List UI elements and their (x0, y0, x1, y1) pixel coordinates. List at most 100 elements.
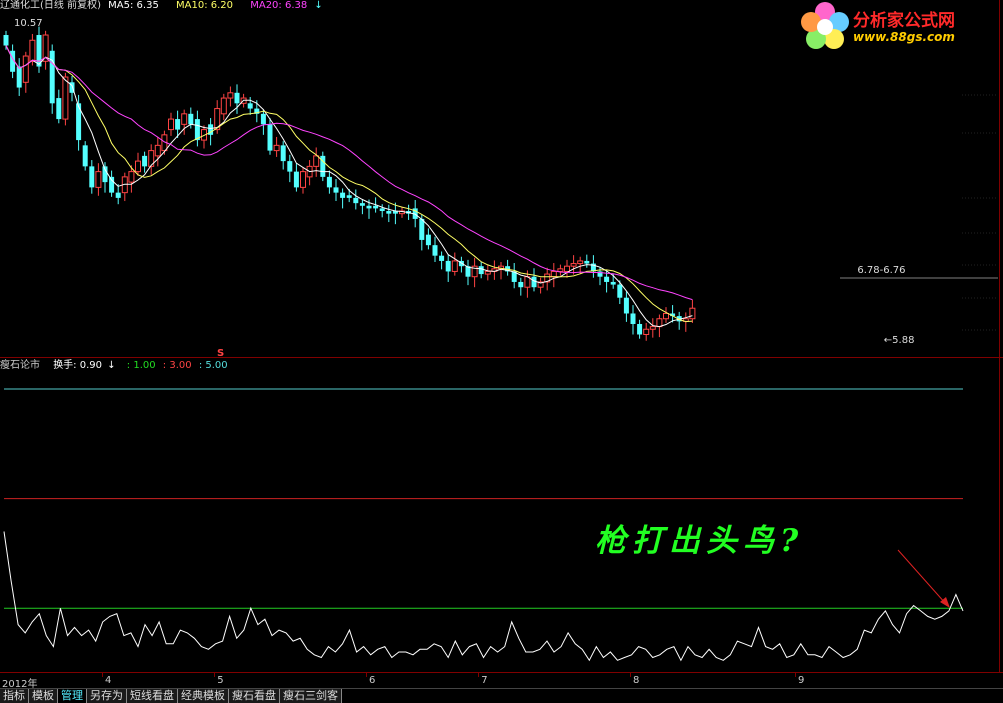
date-tick-label: 6 (369, 675, 376, 686)
date-tick-label: 5 (217, 675, 224, 686)
candle (419, 218, 425, 240)
tab-3[interactable]: 另存为 (87, 689, 127, 703)
date-tick (630, 673, 631, 677)
candle (194, 119, 200, 141)
indicator-chart (3, 388, 964, 662)
tab-1[interactable]: 模板 (29, 689, 58, 703)
candle (445, 260, 451, 272)
stock-label: 辽通化工(日线 前复权) (0, 0, 101, 11)
price-chart: 10.576.78-6.76←5.88S (3, 18, 998, 358)
candle (62, 76, 69, 120)
candle (273, 144, 280, 152)
candle (637, 323, 643, 335)
date-tick (478, 673, 480, 677)
candle (359, 203, 365, 206)
candle (29, 39, 36, 62)
tab-0[interactable]: 指标 (0, 689, 29, 703)
candle (432, 245, 438, 256)
low-annotation: ←5.88 (884, 335, 915, 346)
candle (439, 255, 445, 261)
range-annotation: 6.78-6.76 (857, 265, 905, 276)
date-tick (366, 673, 367, 677)
candle (564, 265, 570, 272)
date-tick (214, 673, 216, 677)
tab-5[interactable]: 经典模板 (178, 689, 229, 703)
site-logo: 分析家公式网 www.88gs.com (799, 0, 999, 52)
candle (49, 50, 55, 104)
candle (135, 160, 141, 173)
candle (643, 328, 650, 335)
candle (300, 171, 306, 188)
candle (550, 270, 557, 278)
ma5-label: MA5: 6.35 (108, 0, 159, 11)
candle (689, 307, 696, 320)
candle (128, 171, 135, 183)
candle (333, 187, 339, 193)
candle (425, 234, 431, 246)
tab-2[interactable]: 管理 (58, 689, 87, 703)
candle (557, 268, 564, 272)
candle (610, 281, 616, 285)
candle (451, 260, 458, 272)
candle (56, 98, 62, 120)
date-tick-label: 4 (105, 675, 112, 686)
callout-text: 枪打出头鸟? (595, 523, 805, 559)
candle (287, 161, 293, 172)
ma5-line (5, 45, 693, 328)
candle (82, 145, 88, 167)
logo-url: www.88gs.com (853, 30, 955, 44)
candle (373, 205, 379, 209)
candle (313, 155, 320, 167)
candle (227, 92, 234, 99)
right-axis-line (999, 0, 1000, 672)
candle (617, 284, 623, 298)
date-tick-label: 9 (798, 675, 805, 686)
candle (484, 270, 491, 275)
ma20-line (5, 45, 693, 301)
flower-icon (801, 2, 849, 49)
logo-title: 分析家公式网 (853, 11, 955, 31)
candle (293, 171, 299, 188)
candle (142, 155, 148, 167)
candle (95, 171, 102, 188)
candle (267, 124, 273, 151)
candle (584, 260, 590, 264)
date-tick (102, 673, 103, 677)
candle (22, 55, 29, 83)
candle (518, 281, 524, 288)
candle (3, 35, 9, 46)
ma20-label: MA20: 6.38 (250, 0, 308, 11)
down-arrow-icon: ↓ (107, 360, 116, 371)
candle (326, 176, 332, 188)
date-tick-label: 7 (481, 675, 488, 686)
tab-6[interactable]: 瘦石看盘 (229, 689, 280, 703)
template-tabs: 指标 模板 管理 另存为 短线看盘 经典模板 瘦石看盘 瘦石三剑客 (0, 688, 1003, 703)
tab-7[interactable]: 瘦石三剑客 (280, 689, 342, 703)
ma10-line (5, 45, 693, 323)
date-tick (795, 673, 796, 677)
tab-4[interactable]: 短线看盘 (127, 689, 178, 703)
candle (234, 92, 240, 104)
indicator-name: 瘦石论市 (0, 360, 40, 371)
candle (478, 266, 484, 275)
turnover-line (3, 531, 964, 662)
candle (154, 144, 161, 157)
candle (604, 276, 610, 282)
candle (649, 326, 656, 330)
ma10-label: MA10: 6.20 (176, 0, 234, 11)
level-5-label: : 5.00 (198, 360, 228, 371)
high-annotation: 10.57 (14, 18, 43, 29)
candle (386, 211, 392, 214)
callout-arrow (897, 549, 947, 605)
level-1-label: : 1.00 (126, 360, 156, 371)
candle (175, 119, 181, 130)
candle (168, 118, 174, 131)
level-3-label: : 3.00 (162, 360, 192, 371)
candle (260, 113, 266, 125)
date-axis: 2012年 4 5 6 7 8 9 (0, 672, 1003, 690)
indicator-header: 瘦石论市 换手: 0.90 ↓ : 1.00 : 3.00 : 5.00 (0, 360, 230, 374)
candle (181, 113, 188, 125)
price-header: 辽通化工(日线 前复权) MA5: 6.35 MA10: 6.20 MA20: … (0, 0, 327, 14)
down-arrow-icon: ↓ (314, 0, 323, 11)
candle (656, 318, 663, 328)
